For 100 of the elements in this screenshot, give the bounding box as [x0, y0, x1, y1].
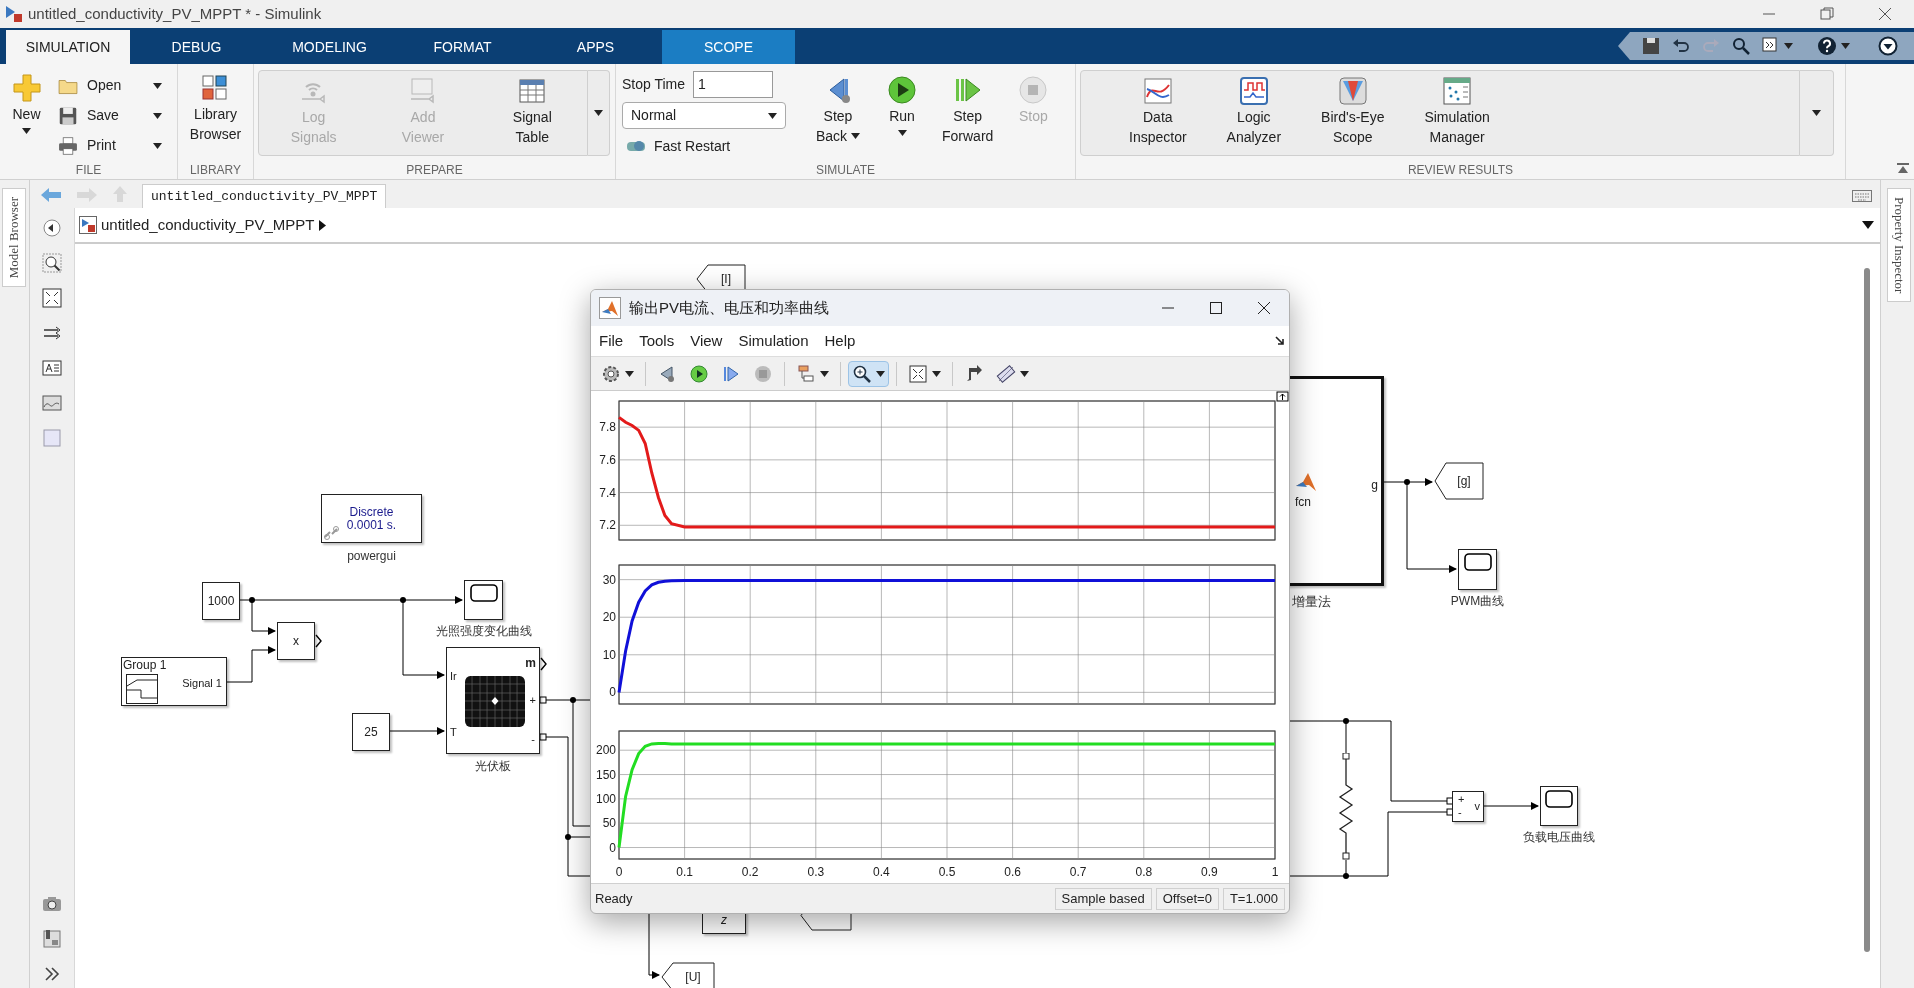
ribbon-tab[interactable]: MODELING: [263, 30, 396, 64]
scope-block[interactable]: [1540, 786, 1578, 826]
caret-icon[interactable]: [1862, 221, 1874, 229]
solar-panel-block[interactable]: Ir T m + -: [446, 647, 540, 754]
undo-icon[interactable]: [1672, 37, 1690, 55]
play-icon: [886, 74, 918, 106]
port-chevron-icon: [540, 657, 547, 671]
app-icon: [4, 4, 24, 24]
toolstrip-button[interactable]: Simulation Manager: [1416, 71, 1498, 159]
caret-icon: [594, 110, 603, 116]
ribbon-tab[interactable]: DEBUG: [130, 30, 263, 64]
menu-item[interactable]: Help: [824, 329, 856, 353]
junction-dot: [1404, 479, 1410, 485]
zoom-icon: [852, 363, 872, 384]
broken-link-icon: [323, 525, 341, 541]
restore-icon[interactable]: [1820, 7, 1834, 21]
block-label: 光伏板: [474, 759, 512, 773]
toolstrip-button[interactable]: Run: [870, 70, 934, 158]
help-icon[interactable]: [1817, 36, 1837, 56]
undock-axes-icon[interactable]: [1276, 391, 1289, 402]
camera-icon[interactable]: [42, 894, 62, 914]
tick-label: 50: [602, 816, 616, 831]
constant-block[interactable]: 25: [352, 713, 390, 751]
toolstrip-button[interactable]: Data Inspector: [1121, 71, 1195, 159]
constant-block[interactable]: 1000: [202, 582, 240, 620]
status-field: Offset=0: [1155, 887, 1219, 910]
model-tab[interactable]: untitled_conductivity_PV_MPPT: [142, 184, 387, 208]
product-block[interactable]: x: [277, 622, 315, 660]
breadcrumb[interactable]: untitled_conductivity_PV_MPPT: [101, 213, 315, 237]
scope-block[interactable]: [464, 580, 503, 620]
caret-right-icon[interactable]: [319, 219, 327, 231]
goto-block[interactable]: [U]: [661, 962, 715, 988]
junction-dot: [400, 597, 406, 603]
step-signal-icon: [126, 674, 158, 704]
port-label: +: [1458, 793, 1465, 805]
toolstrip-button[interactable]: Step Forward: [934, 70, 1002, 158]
caret-icon: [768, 112, 777, 119]
menu-item[interactable]: File: [599, 329, 624, 353]
shortcut-icon[interactable]: [1762, 37, 1780, 55]
side-panel-tab[interactable]: Model Browser: [2, 188, 26, 288]
toolbar-button[interactable]: [848, 360, 889, 387]
tick-label: 1: [1271, 865, 1279, 879]
block-text: fcn: [1295, 494, 1311, 511]
resistor-drawing[interactable]: [1338, 753, 1354, 860]
search-icon[interactable]: [1732, 37, 1750, 55]
window-title: 输出PV电流、电压和功率曲线: [629, 297, 829, 318]
fit-arrows-icon: [908, 363, 928, 384]
side-panel-tab[interactable]: Property Inspector: [1887, 188, 1911, 303]
image-icon[interactable]: [42, 393, 62, 413]
caret-icon: [1841, 43, 1850, 49]
menu-button[interactable]: Print: [57, 132, 177, 159]
toolstrip-button[interactable]: Signal Table: [500, 71, 565, 159]
block-title: Group 1: [123, 658, 167, 672]
close-icon[interactable]: [1878, 7, 1892, 21]
toolstrip-button[interactable]: Logic Analyzer: [1218, 71, 1290, 159]
toolstrip-button[interactable]: Bird's-Eye Scope: [1313, 71, 1393, 159]
powergui-block[interactable]: Discrete 0.0001 s.: [321, 494, 422, 543]
tick-label: 20: [602, 610, 616, 625]
menu-button[interactable]: Open: [57, 72, 177, 99]
menu-button[interactable]: Save: [57, 102, 177, 129]
menu-item[interactable]: Simulation: [738, 329, 809, 353]
peak-icon: [599, 297, 621, 319]
port-label: Signal 1: [182, 676, 222, 690]
dropdown-circle-icon[interactable]: [1878, 36, 1898, 56]
goto-block[interactable]: [g]: [1434, 462, 1484, 500]
signal-line: [1483, 802, 1539, 810]
fast-restart-button[interactable]: Fast Restart: [622, 133, 794, 159]
zoom-icon[interactable]: [42, 253, 62, 273]
ribbon-tab[interactable]: APPS: [529, 30, 662, 64]
fit-arrows-icon[interactable]: [42, 288, 62, 308]
menu-item[interactable]: Tools: [639, 329, 675, 353]
keyboard-icon[interactable]: [1852, 190, 1872, 202]
scope-block[interactable]: [1458, 549, 1497, 590]
back-circle-icon[interactable]: [42, 218, 62, 238]
close-icon[interactable]: [1257, 301, 1271, 315]
model-icon: [79, 216, 97, 234]
ribbon-tab[interactable]: FORMAT: [396, 30, 529, 64]
text-box-icon[interactable]: [42, 358, 62, 378]
tick-label: 30: [602, 572, 616, 587]
ribbon-tab[interactable]: SCOPE: [662, 30, 795, 64]
blocks-icon: [796, 363, 816, 384]
dotted-grid-icon: [1441, 75, 1474, 107]
maximize-icon[interactable]: [1209, 301, 1223, 315]
scrollbar-thumb[interactable]: [1864, 268, 1870, 952]
junction-dot: [249, 597, 255, 603]
arrow-icon[interactable]: [1275, 336, 1285, 346]
signal-builder-block[interactable]: Group 1 Signal 1: [121, 657, 227, 706]
mode-dropdown[interactable]: Normal: [622, 102, 786, 129]
toolstrip-button[interactable]: Step Back: [806, 70, 870, 158]
new-button[interactable]: New: [4, 72, 49, 161]
screen-icon: [1463, 553, 1492, 571]
section-label: SIMULATE: [814, 162, 877, 179]
toolstrip-button[interactable]: Library Browser: [181, 68, 250, 156]
collapse-icon[interactable]: [1896, 163, 1910, 175]
panel-icon[interactable]: [42, 929, 62, 949]
junction-dot: [565, 834, 571, 840]
junction-dot: [1343, 718, 1349, 724]
menu-item[interactable]: View: [690, 329, 723, 353]
stop-time-field[interactable]: 1: [693, 70, 774, 98]
ribbon-tab[interactable]: SIMULATION: [6, 30, 130, 64]
